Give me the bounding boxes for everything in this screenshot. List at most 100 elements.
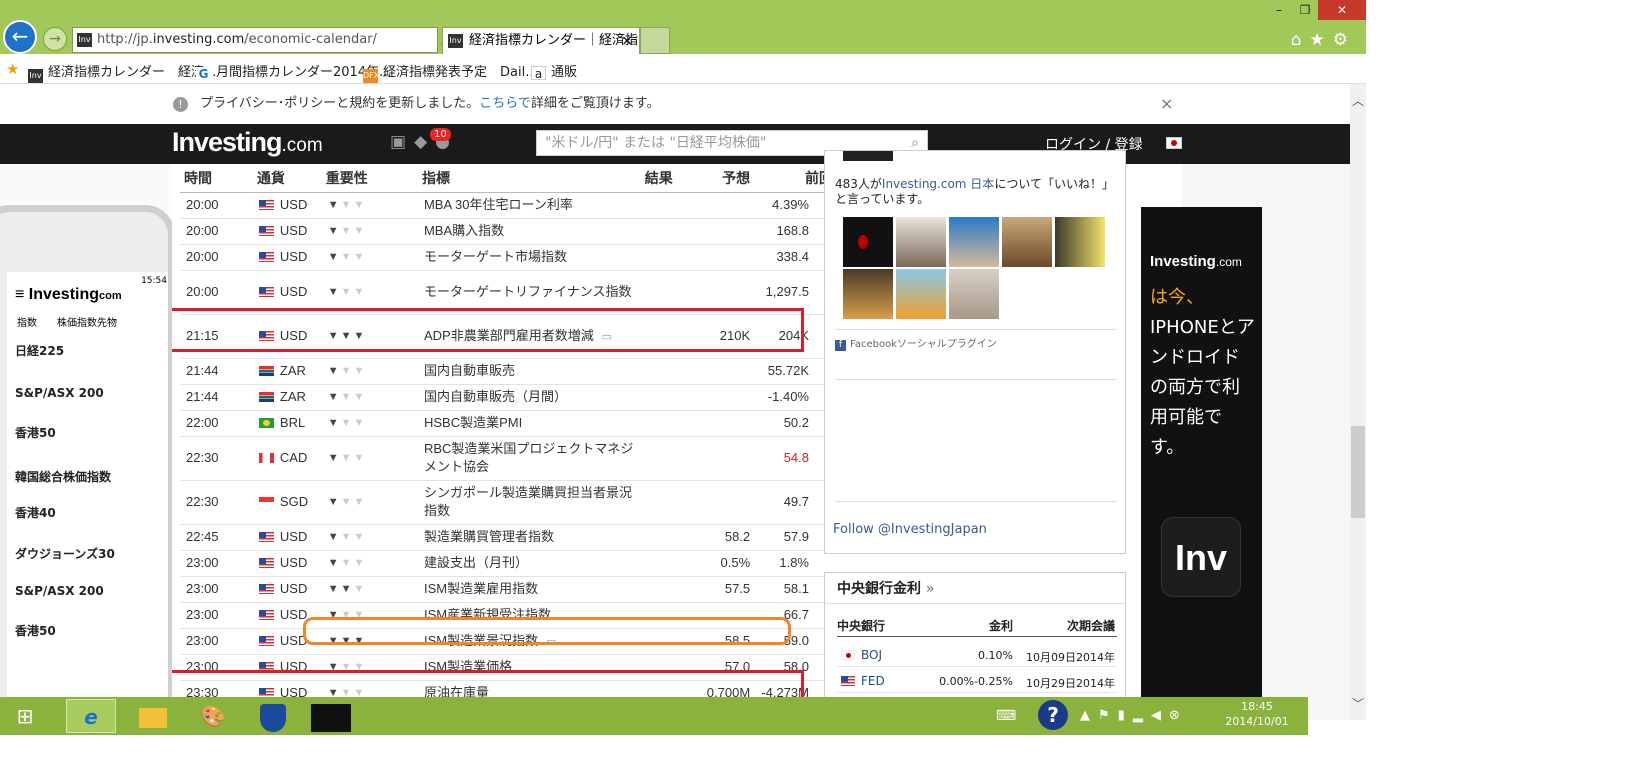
follow-twitter-link[interactable]: Follow @InvestingJapan [833,522,987,537]
address-bar[interactable]: Inv http://jp.investing.com/economic-cal… [72,27,483,53]
flag-icon[interactable]: ⚑ [1098,708,1118,723]
bull-importance-icon: ▼ [327,452,341,464]
favorites-add-icon[interactable]: ★ [6,60,19,78]
back-button[interactable]: ← [3,20,37,54]
table-row[interactable]: 22:00 BRL ▼▼▼ HSBC製造業PMI 50.2 [180,410,842,437]
briefcase-icon[interactable]: ▣ [390,132,414,152]
system-clock[interactable]: 18:45 2014/10/01 [1222,699,1292,729]
central-bank-title[interactable]: 中央銀行金利 » [837,578,934,598]
currency-code: USD [279,249,308,264]
forward-button[interactable]: → [43,27,67,51]
table-row[interactable]: 23:00 USD ▼▼▼ ISM製造業景況指数 ▭ 58.5 59.0 [180,628,842,655]
event-name[interactable]: ISM製造業景況指数 ▭ [417,628,641,655]
table-row[interactable]: 23:00 USD ▼▼▼ ISM産業新規受注指数 66.7 [180,602,842,629]
power-icon[interactable]: ⊗ [1169,708,1188,723]
fan-avatar[interactable] [896,269,946,319]
table-row[interactable]: 21:44 ZAR ▼▼▼ 国内自動車販売 55.72K [180,358,842,385]
favorite-link[interactable]: DFX 経済指標発表予定 Dail... [363,61,538,83]
scroll-down-icon[interactable]: ﹀ [1350,695,1366,712]
scroll-thumb[interactable] [1351,426,1365,518]
home-icon[interactable]: ⌂ [1291,30,1310,50]
network-icon[interactable]: ▂ [1133,708,1151,723]
event-name[interactable]: シンガポール製造業購買担当者景況指数 [417,480,641,525]
table-row[interactable]: 22:30 SGD ▼▼▼ シンガポール製造業購買担当者景況指数 49.7 [180,480,842,525]
restore-button[interactable]: ❐ [1292,0,1318,20]
table-row[interactable]: 20:00 USD ▼▼▼ モーターゲートリファイナンス指数 1,297.5 [180,270,842,315]
help-icon[interactable]: ? [1038,700,1068,730]
notice-link[interactable]: こちらで [479,96,531,111]
browser-tab[interactable]: Inv 経済指標カレンダー｜経済指... × [442,27,640,54]
table-row[interactable]: 22:45 USD ▼▼▼ 製造業購買管理者指数 58.2 57.9 [180,524,842,551]
event-name[interactable]: モーターゲート市場指数 [417,244,641,271]
table-row[interactable]: 21:44 ZAR ▼▼▼ 国内自動車販売（月間） -1.40% [180,384,842,411]
start-windows-icon[interactable]: ⊞ [0,699,50,733]
cb-bank-link[interactable]: BOJ [861,648,882,662]
event-name[interactable]: モーターゲートリファイナンス指数 [417,270,641,315]
comment-icon[interactable]: ▭ [546,636,556,648]
battery-icon[interactable]: ▮ [1118,708,1133,723]
app-logo-icon[interactable]: Inv [1161,517,1241,597]
event-name[interactable]: ISM製造業雇用指数 [417,576,641,603]
fan-avatar[interactable] [949,269,999,319]
volume-icon[interactable]: ◀ [1151,708,1169,723]
comment-icon[interactable]: ▭ [602,331,612,343]
fan-avatar[interactable] [1055,217,1105,267]
event-name[interactable]: 製造業購買管理者指数 [417,524,641,551]
keyboard-icon[interactable]: ⌨ [996,708,1022,724]
event-name[interactable]: 国内自動車販売 [417,358,641,385]
fan-avatar[interactable] [896,217,946,267]
phone-list-item: S&P/ASX 200 [15,584,104,598]
event-importance: ▼▼▼ [321,628,418,655]
page-scrollbar[interactable]: ︿ ﹀ [1350,84,1366,720]
fb-page-link[interactable]: Investing.com 日本 [882,177,994,191]
favorite-link[interactable]: Inv 経済指標カレンダー 経済... [28,61,216,83]
event-name[interactable]: 国内自動車販売（月間） [417,384,641,411]
table-row[interactable]: 22:30 CAD ▼▼▼ RBC製造業米国プロジェクトマネジメント協会 54.8 [180,436,842,481]
table-row[interactable]: 23:00 USD ▼▼▼ ISM製造業雇用指数 57.5 58.1 [180,576,842,603]
fan-avatar[interactable] [843,269,893,319]
sbi-fxtrade-icon[interactable] [306,699,356,733]
fan-avatar[interactable] [1002,217,1052,267]
event-actual [640,480,698,525]
event-name[interactable]: MBA購入指数 [417,218,641,245]
fan-avatar[interactable] [949,217,999,267]
cb-bank-link[interactable]: FED [861,674,885,688]
favorites-star-icon[interactable]: ★ [1310,30,1333,50]
close-window-button[interactable]: ✕ [1318,0,1366,20]
file-explorer-icon[interactable] [128,699,178,733]
event-name[interactable]: HSBC製造業PMI [417,410,641,437]
event-importance: ▼▼▼ [321,410,418,437]
site-logo[interactable]: Investing.com [172,127,323,158]
table-row[interactable]: 20:00 USD ▼▼▼ MBA 30年住宅ローン利率 4.39% [180,192,842,219]
bottom-blank [0,735,1366,768]
settings-gear-icon[interactable]: ⚙ [1333,30,1356,50]
table-row[interactable]: 23:00 USD ▼▼▼ 建設支出（月刊） 0.5% 1.8% [180,550,842,577]
shield-app-icon[interactable] [248,699,298,733]
event-name[interactable]: MBA 30年住宅ローン利率 [417,192,641,219]
event-actual [640,576,698,603]
paint-icon[interactable]: 🎨 [188,699,238,733]
favorite-link[interactable]: a 通販 [531,61,577,81]
minimize-button[interactable]: – [1266,0,1292,20]
tab-close-icon[interactable]: × [621,28,633,54]
table-row[interactable]: 23:00 USD ▼▼▼ ISM製造業価格 57.0 58.0 [180,654,842,681]
event-name[interactable]: RBC製造業米国プロジェクトマネジメント協会 [417,436,641,481]
table-row[interactable]: 21:15 USD ▼▼▼ ADP非農業部門雇用者数増減 ▭ 210K 204K [180,314,842,359]
table-row[interactable]: 20:00 USD ▼▼▼ MBA購入指数 168.8 [180,218,842,245]
event-importance: ▼▼▼ [321,192,418,219]
event-name[interactable]: ISM産業新規受注指数 [417,602,641,629]
new-tab-button[interactable] [640,27,670,54]
event-name[interactable]: 建設支出（月刊） [417,550,641,577]
event-name[interactable]: ADP非農業部門雇用者数増減 ▭ [417,314,641,359]
notice-close-icon[interactable]: × [1160,86,1173,122]
tray-up-arrow-icon[interactable]: ▲ [1080,708,1098,723]
fb-plugin-label[interactable]: f Facebookソーシャルプラグイン [835,335,997,351]
japan-flag-icon[interactable] [1166,137,1182,149]
fan-avatar[interactable] [843,217,893,267]
app-ad-banner[interactable]: Investing.com は今、 IPHONEとアンドロイドの両方で利用可能です… [1141,207,1262,720]
event-name[interactable]: ISM製造業価格 [417,654,641,681]
scroll-up-icon[interactable]: ︿ [1350,92,1366,109]
internet-explorer-icon[interactable]: e [66,699,116,733]
table-row[interactable]: 20:00 USD ▼▼▼ モーターゲート市場指数 338.4 [180,244,842,271]
site-header: Investing.com ▣◆● 10 "米ドル/円" または "日経平均株価… [0,124,1350,164]
